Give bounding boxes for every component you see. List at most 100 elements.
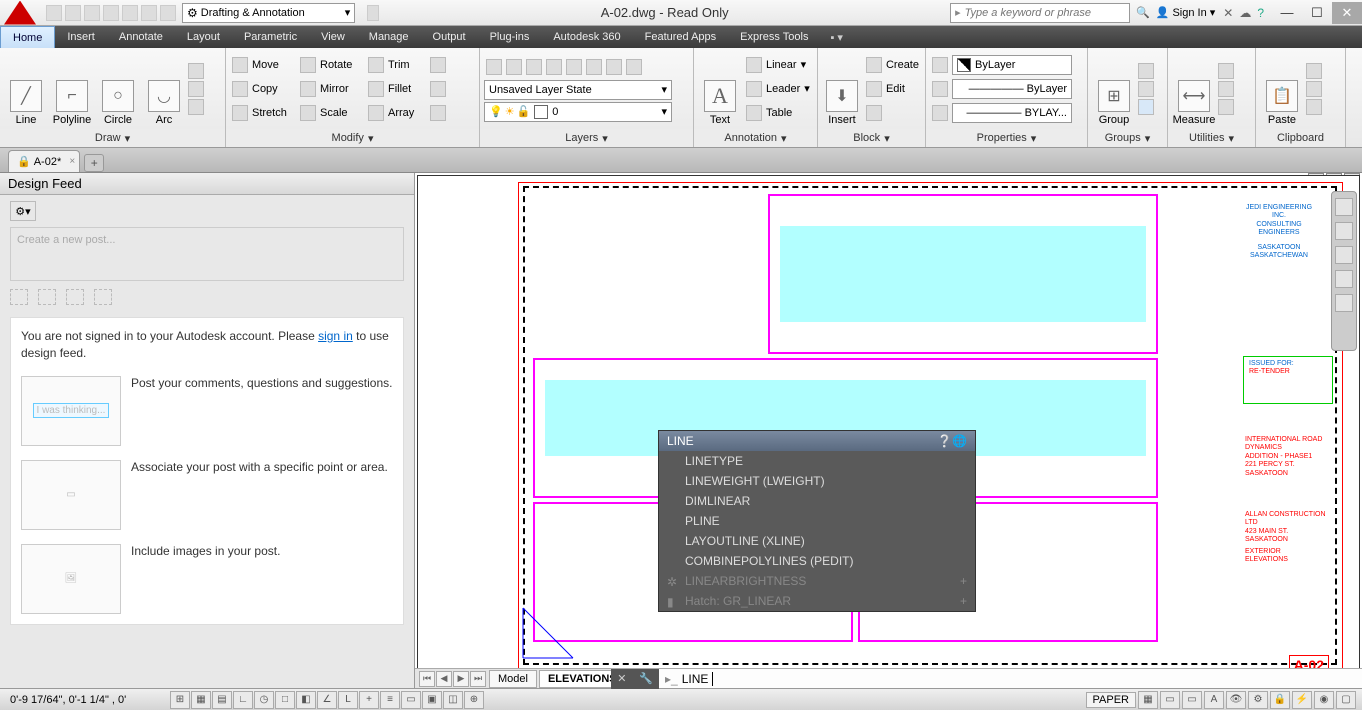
qat-dropdown-icon[interactable] — [367, 5, 379, 21]
otrack-icon[interactable]: ∠ — [317, 691, 337, 709]
insert-button[interactable]: ⬇Insert — [822, 52, 862, 126]
annoscale-icon[interactable]: A — [1204, 691, 1224, 709]
lweight-icon[interactable] — [932, 81, 948, 97]
layeriso-icon[interactable] — [606, 59, 622, 75]
edit-block-button[interactable]: Edit — [864, 78, 921, 100]
ac-item-dimlinear[interactable]: DIMLINEAR — [659, 491, 975, 511]
measure-button[interactable]: ⟷Measure — [1172, 52, 1216, 126]
tab-view[interactable]: View — [309, 26, 357, 48]
tpy-icon[interactable]: ▭ — [401, 691, 421, 709]
table-button[interactable]: Table — [744, 102, 812, 124]
explode-icon[interactable] — [430, 81, 446, 97]
linear-dim-button[interactable]: Linear ▾ — [744, 54, 812, 76]
feed-settings-button[interactable]: ⚙▾ — [10, 201, 36, 221]
calc-icon[interactable] — [1218, 99, 1234, 115]
search-icon[interactable]: 🔍 — [1130, 6, 1156, 19]
erase-icon[interactable] — [430, 57, 446, 73]
dyn-icon[interactable]: + — [359, 691, 379, 709]
close-tab-icon[interactable]: × — [69, 156, 75, 167]
stretch-icon[interactable] — [232, 105, 248, 121]
exchange-icon[interactable]: ✕ — [1223, 6, 1233, 20]
ribbon-overflow-icon[interactable]: ▪ ▾ — [820, 26, 852, 48]
layerunlock-icon[interactable] — [566, 59, 582, 75]
layerprop-icon[interactable] — [486, 59, 502, 75]
circle-button[interactable]: ○Circle — [96, 52, 140, 126]
tab-featured-apps[interactable]: Featured Apps — [633, 26, 729, 48]
ac-item-linearbrightness[interactable]: ✲LINEARBRIGHTNESS+ — [659, 571, 975, 591]
maximize-button[interactable]: ☐ — [1302, 2, 1332, 24]
linetype-dropdown[interactable]: ————— BYLAY... — [952, 103, 1072, 123]
a360-icon[interactable]: ☁ — [1239, 6, 1251, 20]
navwheel-icon[interactable] — [1335, 198, 1353, 216]
attach-image-icon[interactable] — [94, 289, 112, 305]
fillet-icon[interactable] — [368, 81, 384, 97]
pin-icon[interactable] — [38, 289, 56, 305]
help-icon[interactable]: ? — [1257, 6, 1264, 20]
save-icon[interactable] — [84, 5, 100, 21]
tab-autodesk360[interactable]: Autodesk 360 — [541, 26, 632, 48]
infer-icon[interactable]: ⊞ — [170, 691, 190, 709]
rotate-icon[interactable] — [300, 57, 316, 73]
tab-express-tools[interactable]: Express Tools — [728, 26, 820, 48]
app-logo[interactable] — [4, 1, 36, 25]
new-tab-button[interactable]: + — [84, 154, 104, 172]
rect-icon[interactable] — [188, 63, 204, 79]
layerfreeze-icon[interactable] — [506, 59, 522, 75]
hatch-icon[interactable] — [188, 81, 204, 97]
workspace-selector[interactable]: ⚙ Drafting & Annotation ▾ — [182, 3, 355, 23]
offset-icon[interactable] — [430, 105, 446, 121]
command-input[interactable]: ▸_LINE — [659, 672, 1362, 686]
tab-home[interactable]: Home — [0, 26, 55, 48]
qv-layouts-icon[interactable]: ▭ — [1160, 691, 1180, 709]
layout-tab-model[interactable]: Model — [489, 670, 537, 688]
hardware-accel-icon[interactable]: ⚡ — [1292, 691, 1312, 709]
layermatch-icon[interactable] — [626, 59, 642, 75]
groupbbox-icon[interactable] — [1138, 99, 1154, 115]
plot-icon[interactable] — [122, 5, 138, 21]
quickselect-icon[interactable] — [1218, 81, 1234, 97]
layerthaw-icon[interactable] — [586, 59, 602, 75]
polar-icon[interactable]: ◷ — [254, 691, 274, 709]
cleanscreen-icon[interactable]: ▢ — [1336, 691, 1356, 709]
edit-attr-button[interactable] — [864, 102, 921, 124]
create-post-input[interactable]: Create a new post... — [10, 227, 404, 281]
am-icon[interactable]: ⊕ — [464, 691, 484, 709]
layout-last-icon[interactable]: ⏭ — [470, 671, 486, 687]
groupedit-icon[interactable] — [1138, 81, 1154, 97]
toolbar-lock-icon[interactable]: 🔒 — [1270, 691, 1290, 709]
array-icon[interactable] — [368, 105, 384, 121]
cmd-close-icon[interactable]: ✕ — [617, 672, 626, 685]
layer-current-dropdown[interactable]: 💡☀🔓0▾ — [484, 102, 672, 122]
close-button[interactable]: ✕ — [1332, 2, 1362, 24]
scale-icon[interactable] — [300, 105, 316, 121]
tag-person-icon[interactable] — [66, 289, 84, 305]
arc-button[interactable]: ◡Arc — [142, 52, 186, 126]
showmotion-icon[interactable] — [1335, 294, 1353, 312]
copy-clip-icon[interactable] — [1306, 81, 1322, 97]
ac-item-layoutline[interactable]: LAYOUTLINE (XLINE) — [659, 531, 975, 551]
new-icon[interactable] — [46, 5, 62, 21]
layeroff-icon[interactable] — [546, 59, 562, 75]
ac-item-lineweight[interactable]: LINEWEIGHT (LWEIGHT) — [659, 471, 975, 491]
group-button[interactable]: ⊞Group — [1092, 52, 1136, 126]
pan-icon[interactable] — [1335, 222, 1353, 240]
search-input[interactable] — [965, 7, 1125, 19]
color-dropdown[interactable]: ByLayer — [952, 55, 1072, 75]
ortho-icon[interactable]: ∟ — [233, 691, 253, 709]
saveas-icon[interactable] — [103, 5, 119, 21]
isolate-icon[interactable]: ◉ — [1314, 691, 1334, 709]
line-button[interactable]: ╱Line — [4, 52, 48, 126]
layout-next-icon[interactable]: ▶ — [453, 671, 469, 687]
zoom-icon[interactable] — [1335, 246, 1353, 264]
signin-link[interactable]: sign in — [318, 329, 353, 343]
selectall-icon[interactable] — [1218, 63, 1234, 79]
polyline-button[interactable]: ⌐Polyline — [50, 52, 94, 126]
open-icon[interactable] — [65, 5, 81, 21]
ac-item-pline[interactable]: PLINE — [659, 511, 975, 531]
lineweight-dropdown[interactable]: ————— ByLayer — [952, 79, 1072, 99]
match-icon[interactable] — [1306, 99, 1322, 115]
lwt-icon[interactable]: ≡ — [380, 691, 400, 709]
tab-parametric[interactable]: Parametric — [232, 26, 309, 48]
mirror-icon[interactable] — [300, 81, 316, 97]
qp-icon[interactable]: ▣ — [422, 691, 442, 709]
